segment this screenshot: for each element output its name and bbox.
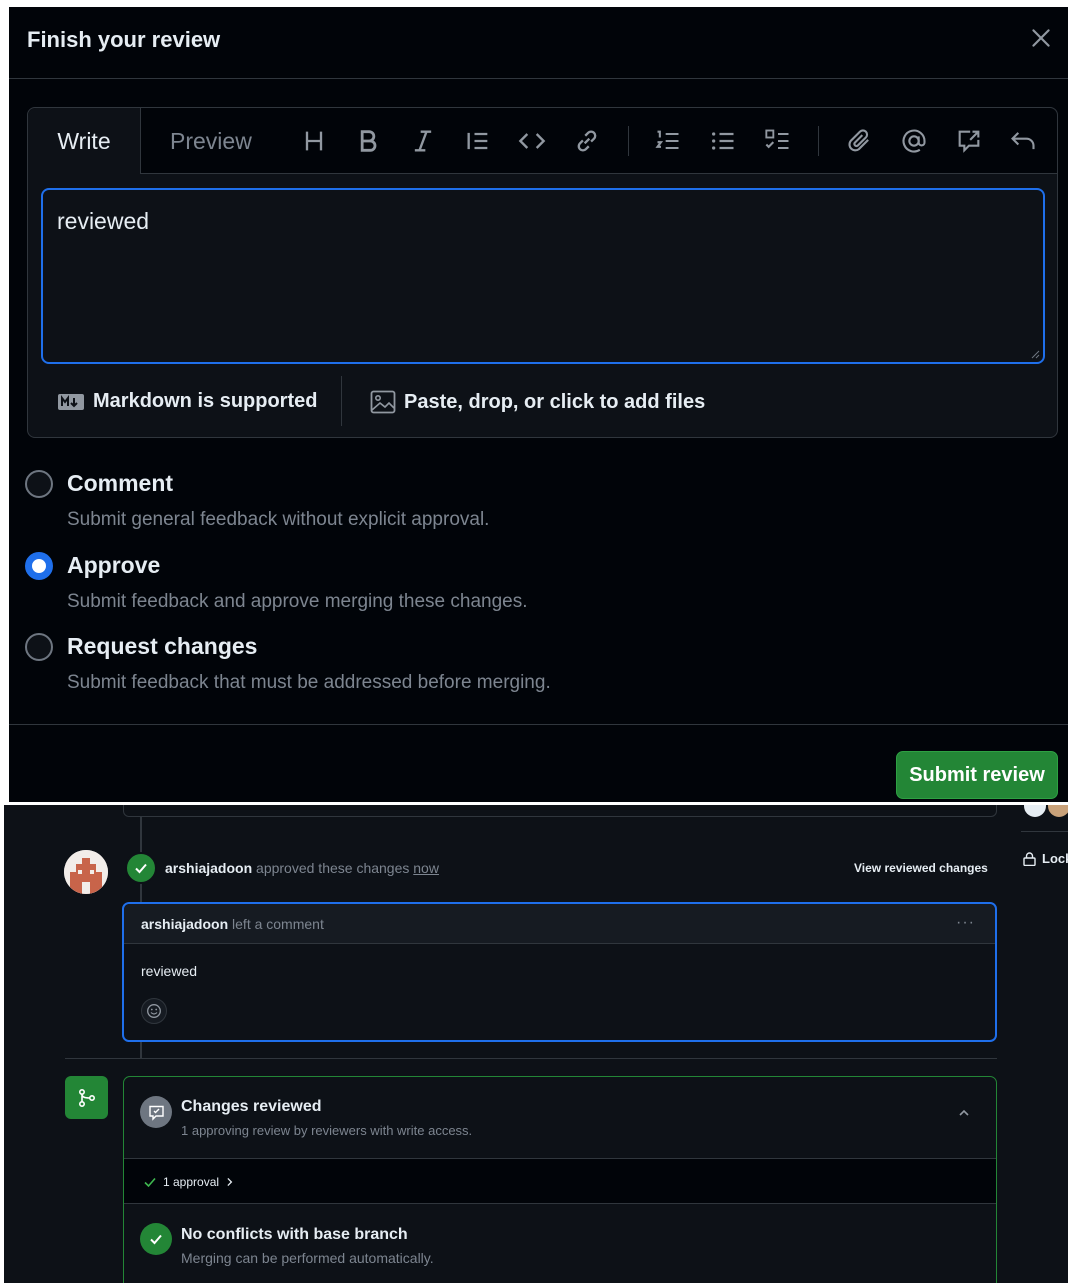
no-conflicts-subtitle: Merging can be performed automatically. (181, 1250, 434, 1266)
comment-header: arshiajadoon left a comment ··· (124, 904, 995, 944)
finish-review-modal: Finish your review Write Preview reviewe… (9, 7, 1068, 802)
view-reviewed-changes-link[interactable]: View reviewed changes (854, 861, 988, 875)
sidebar-divider (1021, 831, 1068, 832)
modal-header: Finish your review (9, 7, 1068, 79)
add-files-button[interactable]: Paste, drop, or click to add files (370, 390, 705, 414)
option-label: Approve (67, 552, 161, 578)
changes-reviewed-row[interactable]: Changes reviewed 1 approving review by r… (124, 1077, 996, 1159)
tab-preview[interactable]: Preview (170, 108, 252, 174)
pr-timeline: Lock arshiajadoon approved these changes… (4, 805, 1068, 1283)
approved-check-icon (125, 852, 157, 884)
no-conflicts-check-icon (140, 1223, 172, 1255)
approvals-link[interactable]: 1 approval (143, 1175, 235, 1189)
approval-event: arshiajadoon approved these changes now (165, 860, 439, 876)
option-label: Comment (67, 470, 174, 496)
lock-conversation-link[interactable]: Lock (1023, 851, 1068, 866)
markdown-icon (58, 393, 84, 410)
comment-body: reviewed (141, 963, 198, 979)
option-description: Submit feedback and approve merging thes… (67, 591, 528, 612)
reference-icon[interactable] (954, 126, 984, 156)
radio-comment[interactable] (25, 470, 53, 498)
approval-user[interactable]: arshiajadoon (165, 860, 252, 876)
toolbar-divider (818, 126, 819, 156)
no-conflicts-title: No conflicts with base branch (181, 1226, 408, 1243)
participant-avatar[interactable] (1024, 805, 1046, 817)
heading-icon[interactable] (299, 126, 329, 156)
close-icon[interactable] (1028, 25, 1054, 51)
radio-approve[interactable] (25, 552, 53, 580)
lock-icon (1023, 851, 1036, 866)
changes-reviewed-title: Changes reviewed (181, 1098, 322, 1115)
mention-icon[interactable] (899, 126, 929, 156)
textarea-value: reviewed (57, 208, 150, 234)
modal-title: Finish your review (27, 27, 221, 52)
attach-icon[interactable] (845, 126, 875, 156)
option-description: Submit general feedback without explicit… (67, 509, 490, 530)
approval-time[interactable]: now (413, 860, 439, 876)
tab-write[interactable]: Write (28, 108, 141, 174)
approvals-count: 1 approval (163, 1175, 220, 1189)
editor-tabbar: Write Preview (28, 108, 1057, 174)
review-textarea[interactable]: reviewed (41, 188, 1045, 364)
chevron-right-icon (227, 1177, 233, 1187)
undo-icon[interactable] (1008, 126, 1038, 156)
image-icon (370, 390, 396, 414)
approvals-row: 1 approval (124, 1159, 996, 1204)
radio-request-changes[interactable] (25, 633, 53, 661)
link-icon[interactable] (572, 126, 602, 156)
chevron-up-icon[interactable] (956, 1105, 972, 1121)
add-files-text: Paste, drop, or click to add files (404, 390, 706, 413)
merge-checks-panel: Changes reviewed 1 approving review by r… (123, 1076, 997, 1283)
participant-avatar[interactable] (1048, 805, 1068, 817)
italic-icon[interactable] (408, 126, 438, 156)
comment-action: left a comment (232, 916, 324, 932)
editor-footer: Markdown is supported Paste, drop, or cl… (28, 376, 1057, 436)
changes-reviewed-subtitle: 1 approving review by reviewers with wri… (181, 1123, 473, 1138)
comment-editor: Write Preview reviewed Markdown is suppo… (27, 107, 1058, 438)
previous-timeline-item (123, 805, 997, 817)
timeline-divider (65, 1058, 997, 1059)
submit-review-button[interactable]: Submit review (896, 751, 1058, 799)
review-comment: arshiajadoon left a comment ··· reviewed (122, 902, 997, 1042)
code-icon[interactable] (517, 126, 547, 156)
comment-author-line: arshiajadoon left a comment (141, 916, 324, 932)
markdown-note[interactable]: Markdown is supported (57, 390, 317, 413)
footer-divider (341, 376, 342, 426)
option-label: Request changes (67, 633, 258, 659)
comment-author[interactable]: arshiajadoon (141, 916, 228, 932)
avatar[interactable] (64, 850, 108, 894)
quote-icon[interactable] (463, 126, 493, 156)
comment-menu-icon[interactable]: ··· (956, 914, 975, 932)
bold-icon[interactable] (353, 126, 383, 156)
check-icon (144, 1177, 156, 1188)
timeline-connector (140, 1042, 142, 1058)
approval-text: approved these changes (256, 860, 410, 876)
lock-label: Lock (1042, 851, 1068, 866)
ordered-list-icon[interactable] (653, 126, 683, 156)
markdown-note-text: Markdown is supported (93, 390, 318, 412)
unordered-list-icon[interactable] (708, 126, 738, 156)
git-merge-icon (65, 1076, 108, 1119)
resize-grip-icon[interactable] (1030, 349, 1040, 359)
modal-footer-divider (9, 724, 1068, 725)
toolbar-divider (628, 126, 629, 156)
review-comment-icon (140, 1096, 172, 1128)
option-description: Submit feedback that must be addressed b… (67, 672, 551, 693)
task-list-icon[interactable] (763, 126, 793, 156)
add-reaction-icon[interactable] (141, 998, 167, 1024)
